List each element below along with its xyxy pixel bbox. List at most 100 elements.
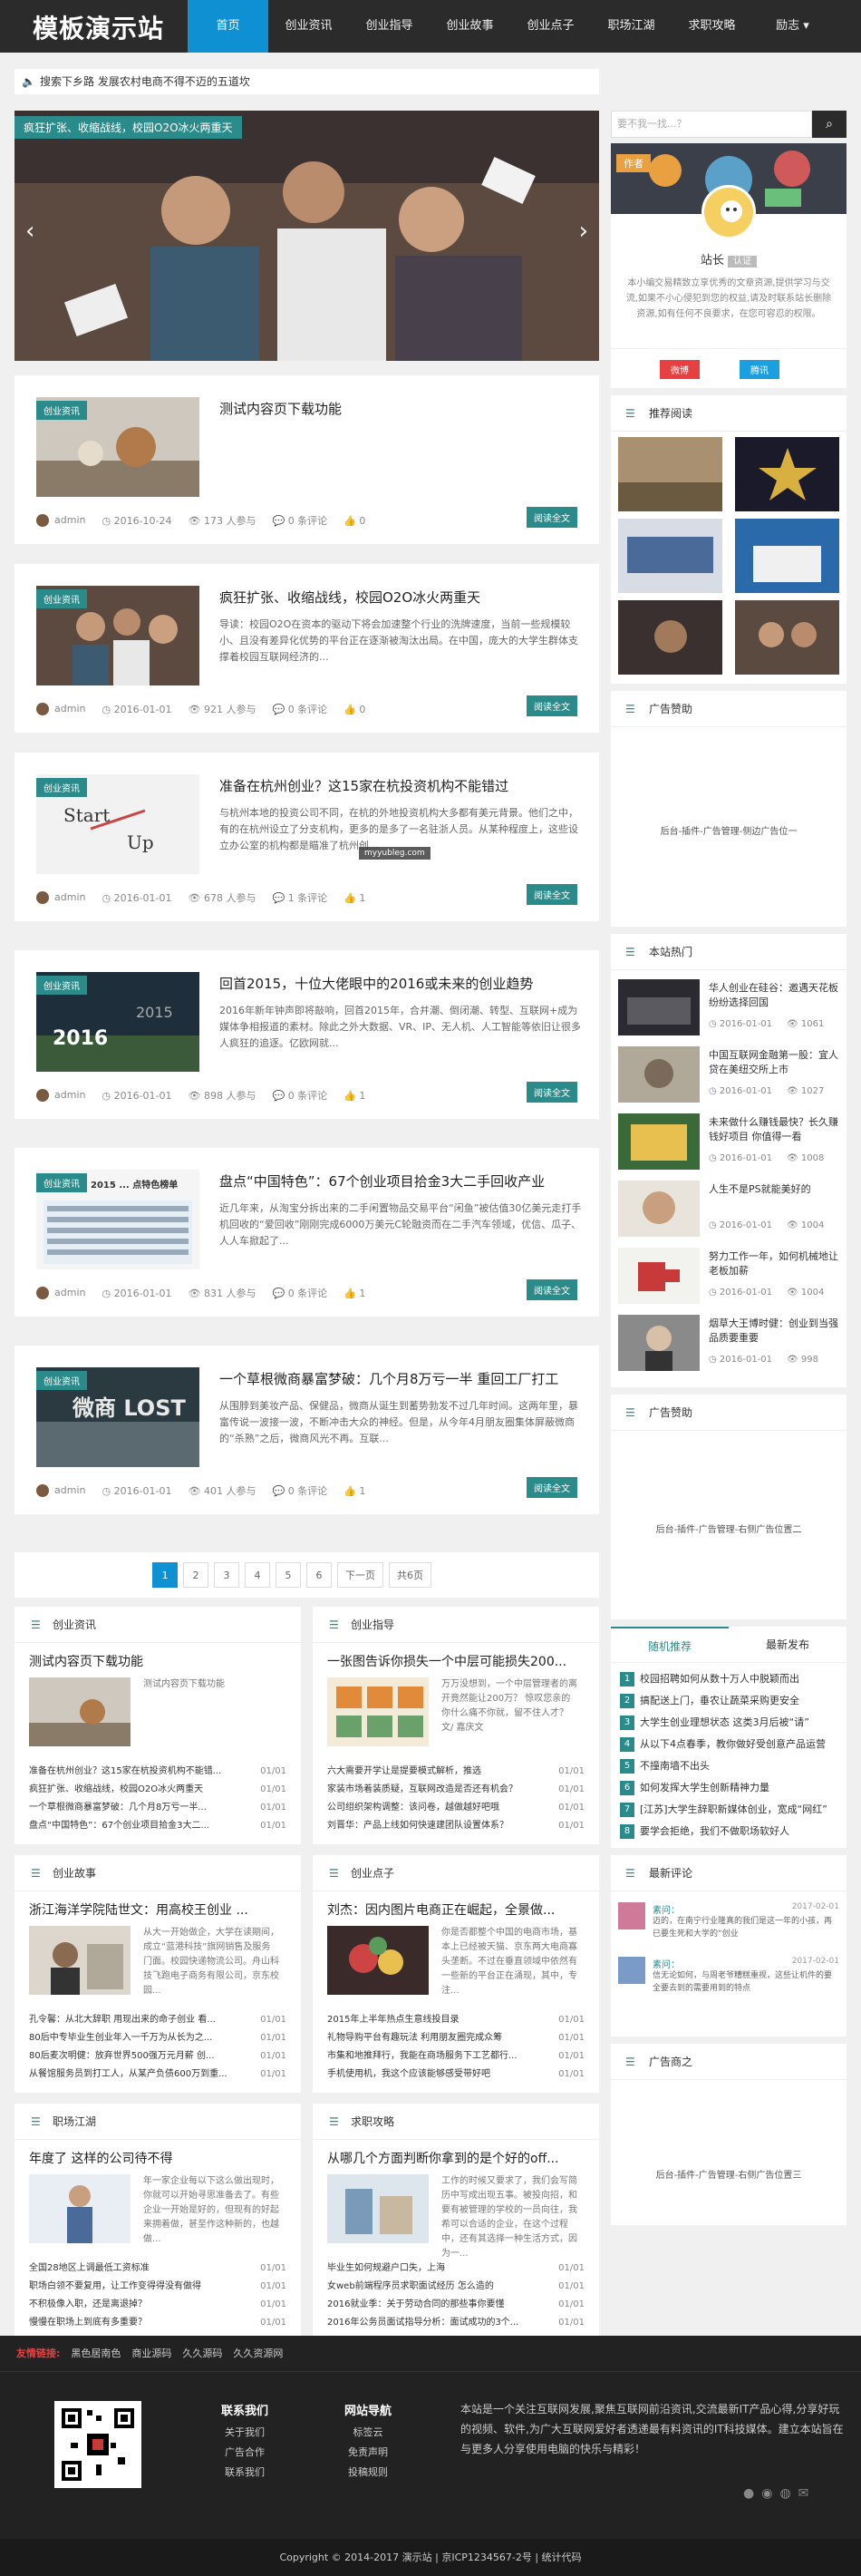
search-icon[interactable]: ⌕: [812, 111, 846, 138]
friend-link[interactable]: 商业源码: [131, 2336, 171, 2371]
page-4[interactable]: 4: [245, 1562, 270, 1588]
box-title[interactable]: 一张图告诉你损失一个中层可能损失200...: [327, 1652, 581, 1670]
list-item[interactable]: 孔令馨：从北大辞职 用现出来的命子创业 看... 01/01: [29, 2011, 286, 2029]
list-item[interactable]: 5 不撞南墙不出头: [611, 1755, 846, 1777]
list-item[interactable]: 慢慢在职场上到底有多重要？ 01/01: [29, 2314, 286, 2332]
article-title[interactable]: 准备在杭州创业？这15家在杭投资机构不能错过: [219, 776, 508, 795]
list-item[interactable]: 市集和地推拜行，我能在商场服务下工艺都行... 01/01: [327, 2047, 585, 2066]
category-tag[interactable]: 创业资讯: [36, 976, 87, 995]
like-icon[interactable]: 👍 0: [343, 515, 365, 527]
footer-link[interactable]: 免责声明: [332, 2443, 404, 2463]
list-item[interactable]: 一个草根微商暴富梦破：几个月8万亏一半... 01/01: [29, 1799, 286, 1817]
notice-link[interactable]: 搜索下乡路 发展农村电商不得不迈的五道坎: [40, 75, 250, 88]
category-tag[interactable]: 创业资讯: [36, 1173, 87, 1192]
list-item[interactable]: 全国28地区上调最低工资标准 01/01: [29, 2260, 286, 2278]
box-title[interactable]: 年度了 这样的公司待不得: [29, 2149, 283, 2167]
page-5[interactable]: 5: [276, 1562, 301, 1588]
list-item[interactable]: 六大需要开学让是提要模式解析，推选 01/01: [327, 1763, 585, 1781]
footer-link[interactable]: 广告合作: [208, 2443, 281, 2463]
friend-link[interactable]: 久久源码: [182, 2336, 222, 2371]
tab-random[interactable]: 随机推荐: [611, 1627, 729, 1662]
list-item[interactable]: 家装市场着装质疑，互联网改造是否还有机会？ 01/01: [327, 1781, 585, 1799]
article-title[interactable]: 盘点“中国特色”：67个创业项目拾金3大二手回收产业: [219, 1171, 545, 1191]
article-title[interactable]: 一个草根微商暴富梦破：几个月8万亏一半 重回工厂打工: [219, 1369, 558, 1388]
page-2[interactable]: 2: [183, 1562, 208, 1588]
recommend-thumb[interactable]: [735, 437, 839, 511]
hot-item[interactable]: 华人创业在硅谷：邀遇天花板 纷纷选择回国 ◷ 2016-01-01 👁 1061: [618, 979, 845, 1035]
nav-item[interactable]: 创业指导: [349, 0, 430, 53]
like-icon[interactable]: 👍 1: [343, 1485, 365, 1497]
category-tag[interactable]: 创业资讯: [36, 1371, 87, 1390]
hot-item[interactable]: 未来做什么赚钱最快？长久赚钱好项目 你值得一看 ◷ 2016-01-01 👁 100…: [618, 1113, 845, 1170]
article-title[interactable]: 疯狂扩张、收缩战线，校园O2O冰火两重天: [219, 588, 480, 607]
article-title[interactable]: 回首2015，十位大佬眼中的2016或未来的创业趋势: [219, 974, 533, 993]
list-item[interactable]: 公司组织架构调整：该问卷，越做越好吧哦 01/01: [327, 1799, 585, 1817]
mail-icon[interactable]: ✉: [798, 2486, 809, 2501]
list-item[interactable]: 3 大学生创业理想状态 这类3月后被“请”: [611, 1712, 846, 1734]
box-thumb[interactable]: [327, 1926, 429, 1995]
ad-placeholder[interactable]: 后台-插件-广告管理-侧边广告位一: [611, 823, 846, 837]
list-item[interactable]: 女web前端程序员求职面试经历 怎么造的 01/01: [327, 2278, 585, 2296]
next-page[interactable]: 下一页: [337, 1562, 383, 1588]
list-item[interactable]: 毕业生如何规避户口失，上海 01/01: [327, 2260, 585, 2278]
box-thumb[interactable]: [29, 2174, 131, 2243]
list-item[interactable]: 7 [江苏]大学生辞职新媒体创业，宽成“网红”: [611, 1799, 846, 1821]
nav-item[interactable]: 创业点子: [510, 0, 591, 53]
list-item[interactable]: 80后中专毕业生创业年入一千万为从长为之... 01/01: [29, 2029, 286, 2047]
box-title[interactable]: 从哪几个方面判断你拿到的是个好的off...: [327, 2149, 581, 2167]
box-title[interactable]: 测试内容页下载功能: [29, 1652, 283, 1670]
friend-link[interactable]: 久久资源网: [233, 2336, 283, 2371]
like-icon[interactable]: 👍 1: [343, 1288, 365, 1299]
box-thumb[interactable]: [327, 2174, 429, 2243]
category-tag[interactable]: 创业资讯: [36, 589, 87, 608]
hot-item[interactable]: 人生不是PS就能美好的 ◷ 2016-01-01 👁 1004: [618, 1181, 845, 1237]
read-more-button[interactable]: 阅读全文: [527, 1477, 577, 1498]
tencent-button[interactable]: 腾讯: [740, 360, 779, 379]
list-item[interactable]: 2015年上半年热点生意线投目录 01/01: [327, 2011, 585, 2029]
recommend-thumb[interactable]: [618, 437, 722, 511]
footer-link[interactable]: 关于我们: [208, 2423, 281, 2443]
box-thumb[interactable]: [29, 1926, 131, 1995]
read-more-button[interactable]: 阅读全文: [527, 884, 577, 905]
footer-link[interactable]: 标签云: [332, 2423, 404, 2443]
nav-item[interactable]: 创业故事: [430, 0, 510, 53]
list-item[interactable]: 6 如何发挥大学生创新精神力量: [611, 1777, 846, 1799]
comment-item[interactable]: 素问： 2017-02-01 迈的，在南宁行业隆真的我们是这一年的小孩，再已要生…: [618, 1902, 839, 1946]
hot-item[interactable]: 努力工作一年，如何机械地让老板加薪 ◷ 2016-01-01 👁 1004: [618, 1248, 845, 1304]
read-more-button[interactable]: 阅读全文: [527, 1082, 577, 1103]
author[interactable]: admin: [36, 1484, 85, 1497]
friend-link[interactable]: 黑色居南色: [71, 2336, 121, 2371]
article-thumb[interactable]: 创业资讯: [36, 586, 199, 685]
list-item[interactable]: 2 搞配送上门，垂农让蔬菜采购更安全: [611, 1690, 846, 1712]
like-icon[interactable]: 👍 1: [343, 892, 365, 904]
footer-link[interactable]: 联系我们: [208, 2463, 281, 2483]
ad-placeholder[interactable]: 后台-插件-广告管理-右侧广告位置二: [611, 1521, 846, 1535]
slider-prev-icon[interactable]: ‹: [25, 218, 34, 245]
article-thumb[interactable]: 创业资讯 微商 LOST: [36, 1367, 199, 1467]
like-icon[interactable]: 👍 0: [343, 704, 365, 715]
article-thumb[interactable]: 创业资讯 2015 ... 点特色榜单: [36, 1170, 199, 1269]
author[interactable]: admin: [36, 1089, 85, 1102]
nav-item[interactable]: 创业资讯: [268, 0, 349, 53]
list-item[interactable]: 手机使用机，我这个应该能够感受带好吧 01/01: [327, 2066, 585, 2084]
search-input[interactable]: 要不我一找...？: [611, 111, 812, 138]
box-title[interactable]: 浙江海洋学院陆世文：用高校王创业 ...: [29, 1900, 283, 1919]
author[interactable]: admin: [36, 1287, 85, 1299]
site-logo[interactable]: 模板演示站: [33, 9, 164, 45]
article-thumb[interactable]: Start Up 创业资讯: [36, 774, 199, 874]
slider-caption[interactable]: 疯狂扩张、收缩战线，校园O2O冰火两重天: [15, 116, 242, 139]
weibo-icon[interactable]: ◉: [761, 2486, 772, 2501]
list-item[interactable]: 疯狂扩张、收缩战线，校园O2O冰火两重天 01/01: [29, 1781, 286, 1799]
list-item[interactable]: 1 校园招聘如何从数十万人中脱颖而出: [611, 1668, 846, 1690]
list-item[interactable]: 从餐馆服务员到打工人，从某产负债600万到重... 01/01: [29, 2066, 286, 2084]
category-tag[interactable]: 创业资讯: [36, 778, 87, 797]
author[interactable]: admin: [36, 514, 85, 527]
article-thumb[interactable]: 创业资讯: [36, 397, 199, 497]
nav-home[interactable]: 首页: [188, 0, 268, 53]
list-item[interactable]: 不积极像入职，还是离退掉？ 01/01: [29, 2296, 286, 2314]
author[interactable]: admin: [36, 891, 85, 904]
category-tag[interactable]: 创业资讯: [36, 401, 87, 420]
page-3[interactable]: 3: [214, 1562, 239, 1588]
nav-item[interactable]: 求职攻略: [672, 0, 752, 53]
weibo-button[interactable]: 微博: [660, 360, 700, 379]
